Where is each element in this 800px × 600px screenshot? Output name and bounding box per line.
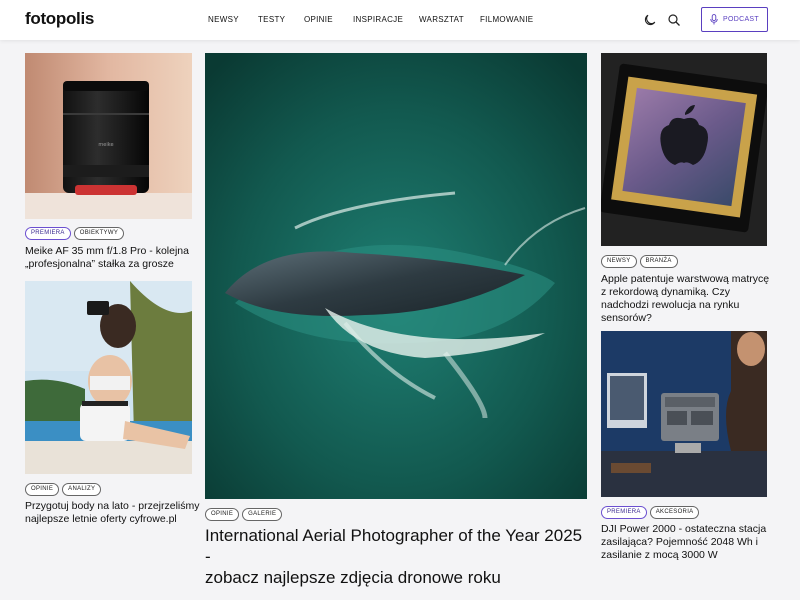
tag-newsy[interactable]: NEWSY xyxy=(601,255,637,268)
tag-opinie[interactable]: OPINIE xyxy=(25,483,60,496)
camera-lens-photo: meike xyxy=(25,53,192,219)
tag-obiektywy[interactable]: OBIEKTYWY xyxy=(73,227,125,240)
tag-galerie[interactable]: GALERIE xyxy=(242,508,283,521)
whale-tags: OPINIE GALERIE xyxy=(205,508,283,521)
whale-aerial-photo xyxy=(205,53,587,499)
woman-article-title[interactable]: Przygotuj body na lato - przejrzeliśmy n… xyxy=(25,500,200,526)
power-tags: PREMIERA AKCESORIA xyxy=(601,506,700,519)
tag-opinie[interactable]: OPINIE xyxy=(205,508,240,521)
nav-item-newsy[interactable]: NEWSY xyxy=(208,15,239,24)
nav-item-filmowanie[interactable]: FILMOWANIE xyxy=(480,15,533,24)
podcast-button[interactable]: PODCAST xyxy=(701,7,768,32)
whale-article-title[interactable]: International Aerial Photographer of the… xyxy=(205,525,590,588)
tag-akcesoria[interactable]: AKCESORIA xyxy=(649,506,700,519)
search-icon[interactable] xyxy=(667,13,681,27)
tag-branza[interactable]: BRANŻA xyxy=(639,255,678,268)
tag-premiera[interactable]: PREMIERA xyxy=(601,506,647,519)
tag-analizy[interactable]: ANALIZY xyxy=(62,483,102,496)
podcast-label: PODCAST xyxy=(723,16,759,23)
whale-article-image[interactable] xyxy=(205,53,587,499)
tag-premiera[interactable]: PREMIERA xyxy=(25,227,71,240)
nav-item-opinie[interactable]: OPINIE xyxy=(304,15,333,24)
svg-text:meike: meike xyxy=(98,142,113,148)
lens-article-image[interactable]: meike xyxy=(25,53,192,219)
sensor-tags: NEWSY BRANŻA xyxy=(601,255,678,268)
site-header: fotopolis NEWSY TESTY OPINIE INSPIRACJE … xyxy=(0,0,800,40)
apple-sensor-photo xyxy=(601,53,767,246)
nav-item-inspiracje[interactable]: INSPIRACJE xyxy=(353,15,403,24)
power-article-title[interactable]: DJI Power 2000 - ostateczna stacja zasil… xyxy=(601,523,771,562)
dji-power-station-photo xyxy=(601,331,767,497)
site-logo[interactable]: fotopolis xyxy=(25,9,94,29)
woman-tags: OPINIE ANALIZY xyxy=(25,483,102,496)
lens-tags: PREMIERA OBIEKTYWY xyxy=(25,227,125,240)
woman-article-image[interactable] xyxy=(25,281,192,474)
sensor-article-image[interactable] xyxy=(601,53,767,246)
nav-item-testy[interactable]: TESTY xyxy=(258,15,285,24)
nav-item-warsztat[interactable]: WARSZTAT xyxy=(419,15,464,24)
microphone-icon xyxy=(710,14,718,25)
lens-article-title[interactable]: Meike AF 35 mm f/1.8 Pro - kolejna „prof… xyxy=(25,245,195,271)
sensor-article-title[interactable]: Apple patentuje warstwową matrycę z reko… xyxy=(601,273,771,325)
woman-photographer-photo xyxy=(25,281,192,474)
moon-icon[interactable] xyxy=(643,13,657,27)
power-article-image[interactable] xyxy=(601,331,767,497)
